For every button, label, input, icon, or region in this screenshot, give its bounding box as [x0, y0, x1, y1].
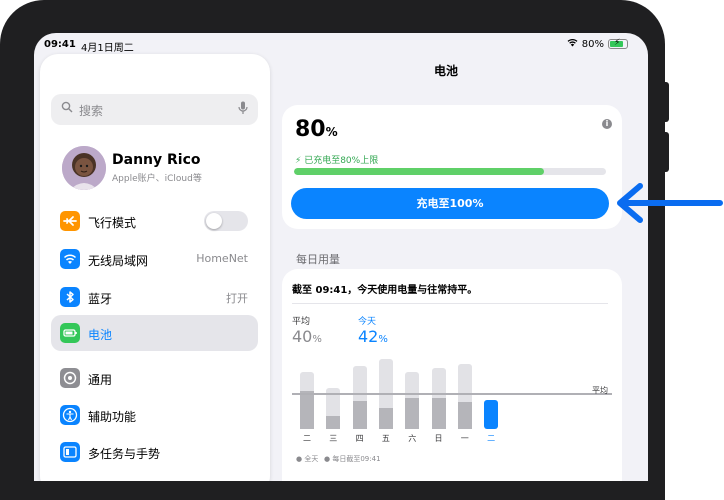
average-line-label: 平均	[592, 386, 608, 395]
battery-status-icon: ⚡	[608, 38, 628, 49]
status-time: 09:41	[44, 39, 76, 50]
search-icon	[61, 101, 73, 116]
status-date: 4月1日周二	[81, 43, 134, 54]
average-line	[292, 393, 612, 395]
today-value: 42%	[358, 327, 388, 346]
day-label: 二	[303, 434, 311, 443]
gear-icon	[60, 368, 80, 388]
sidebar-item-label: 飞行模式	[88, 216, 137, 230]
sidebar-item-multitasking[interactable]: 多任务与手势	[51, 434, 258, 470]
day-label: 五	[381, 434, 390, 443]
search-field[interactable]: 搜索	[51, 94, 258, 125]
wifi-icon	[567, 38, 578, 50]
divider	[292, 303, 608, 304]
day-label: 三	[329, 434, 338, 443]
charge-to-100-button[interactable]: 充电至100%	[291, 188, 609, 219]
bluetooth-icon	[60, 287, 80, 307]
usage-summary: 截至 09:41，今天使用电量与往常持平。	[292, 285, 478, 296]
avatar	[62, 146, 106, 190]
sidebar-item-label: 通用	[88, 373, 113, 387]
sidebar-item-label: 电池	[88, 328, 113, 342]
arrow-pointer	[617, 183, 723, 223]
bar-partial-day	[431, 397, 446, 429]
bar-partial-day	[378, 408, 393, 429]
airplane-icon	[60, 211, 80, 231]
airplane-mode-toggle[interactable]	[204, 211, 248, 231]
average-value: 40%	[292, 327, 322, 346]
legend-partial-day: ● 每日截至09:41	[324, 455, 381, 463]
sidebar-item-label: 辅助功能	[88, 410, 137, 424]
accessibility-icon	[60, 405, 80, 425]
today-label: 今天	[358, 317, 377, 327]
profile-subtitle: Apple账户、iCloud等	[112, 174, 202, 184]
profile-name: Danny Rico	[112, 152, 201, 168]
battery-percent: 80%	[581, 38, 604, 50]
daily-usage-section-title: 每日用量	[296, 253, 340, 266]
sidebar-item-airplane-mode[interactable]: 飞行模式	[51, 203, 258, 239]
volume-button-2	[663, 132, 669, 172]
day-label: 一	[460, 434, 469, 443]
battery-percentage: 80%	[295, 117, 338, 142]
day-label: 四	[355, 434, 364, 443]
sidebar-item-value: HomeNet	[196, 252, 248, 265]
day-label: 日	[434, 434, 443, 443]
status-bar: 09:41 4月1日周二 80% ⚡	[34, 33, 648, 55]
microphone-icon[interactable]	[238, 101, 248, 118]
info-icon[interactable]: i	[602, 119, 612, 129]
screen: 09:41 4月1日周二 80% ⚡ 搜索 Danny Rico Apple账户…	[34, 33, 648, 481]
charge-limit-status: ⚡ 已充电至80%上限	[295, 156, 379, 166]
sidebar-item-label: 无线局域网	[88, 254, 149, 268]
search-placeholder: 搜索	[79, 104, 104, 118]
bar-partial-day	[352, 401, 367, 429]
bar-today	[484, 400, 499, 429]
average-label: 平均	[292, 317, 311, 327]
bar-partial-day	[405, 397, 420, 429]
battery-level-bar	[294, 168, 606, 175]
battery-icon	[60, 323, 80, 343]
sidebar-item-general[interactable]: 通用	[51, 360, 258, 396]
volume-button	[663, 82, 669, 122]
sidebar-item-battery[interactable]: 电池	[51, 315, 258, 351]
wifi-icon	[60, 249, 80, 269]
bar-partial-day	[326, 415, 341, 429]
battery-card: 80% i ⚡ 已充电至80%上限 充电至100%	[282, 105, 622, 229]
bar-partial-day	[457, 402, 472, 429]
page-title: 电池	[434, 64, 459, 78]
profile-row[interactable]: Danny Rico Apple账户、iCloud等	[62, 146, 262, 192]
status-right: 80% ⚡	[567, 38, 628, 50]
sidebar-item-accessibility[interactable]: 辅助功能	[51, 397, 258, 433]
sidebar-item-wifi[interactable]: 无线局域网 HomeNet	[51, 241, 258, 277]
daily-usage-card: 截至 09:41，今天使用电量与往常持平。 平均 40% 今天 42%	[282, 269, 622, 481]
sidebar: 搜索 Danny Rico Apple账户、iCloud等 飞行模式 无线局域网…	[40, 54, 270, 481]
bar-partial-day	[300, 391, 314, 429]
multitasking-icon	[60, 442, 80, 462]
legend-full-day: ● 全天	[296, 455, 319, 463]
sidebar-item-label: 蓝牙	[88, 292, 113, 306]
day-label: 六	[408, 434, 417, 443]
sidebar-item-label: 多任务与手势	[88, 447, 161, 461]
day-label: 二	[487, 434, 496, 443]
sidebar-item-bluetooth[interactable]: 蓝牙 打开	[51, 279, 258, 315]
sidebar-item-value: 打开	[226, 292, 248, 305]
